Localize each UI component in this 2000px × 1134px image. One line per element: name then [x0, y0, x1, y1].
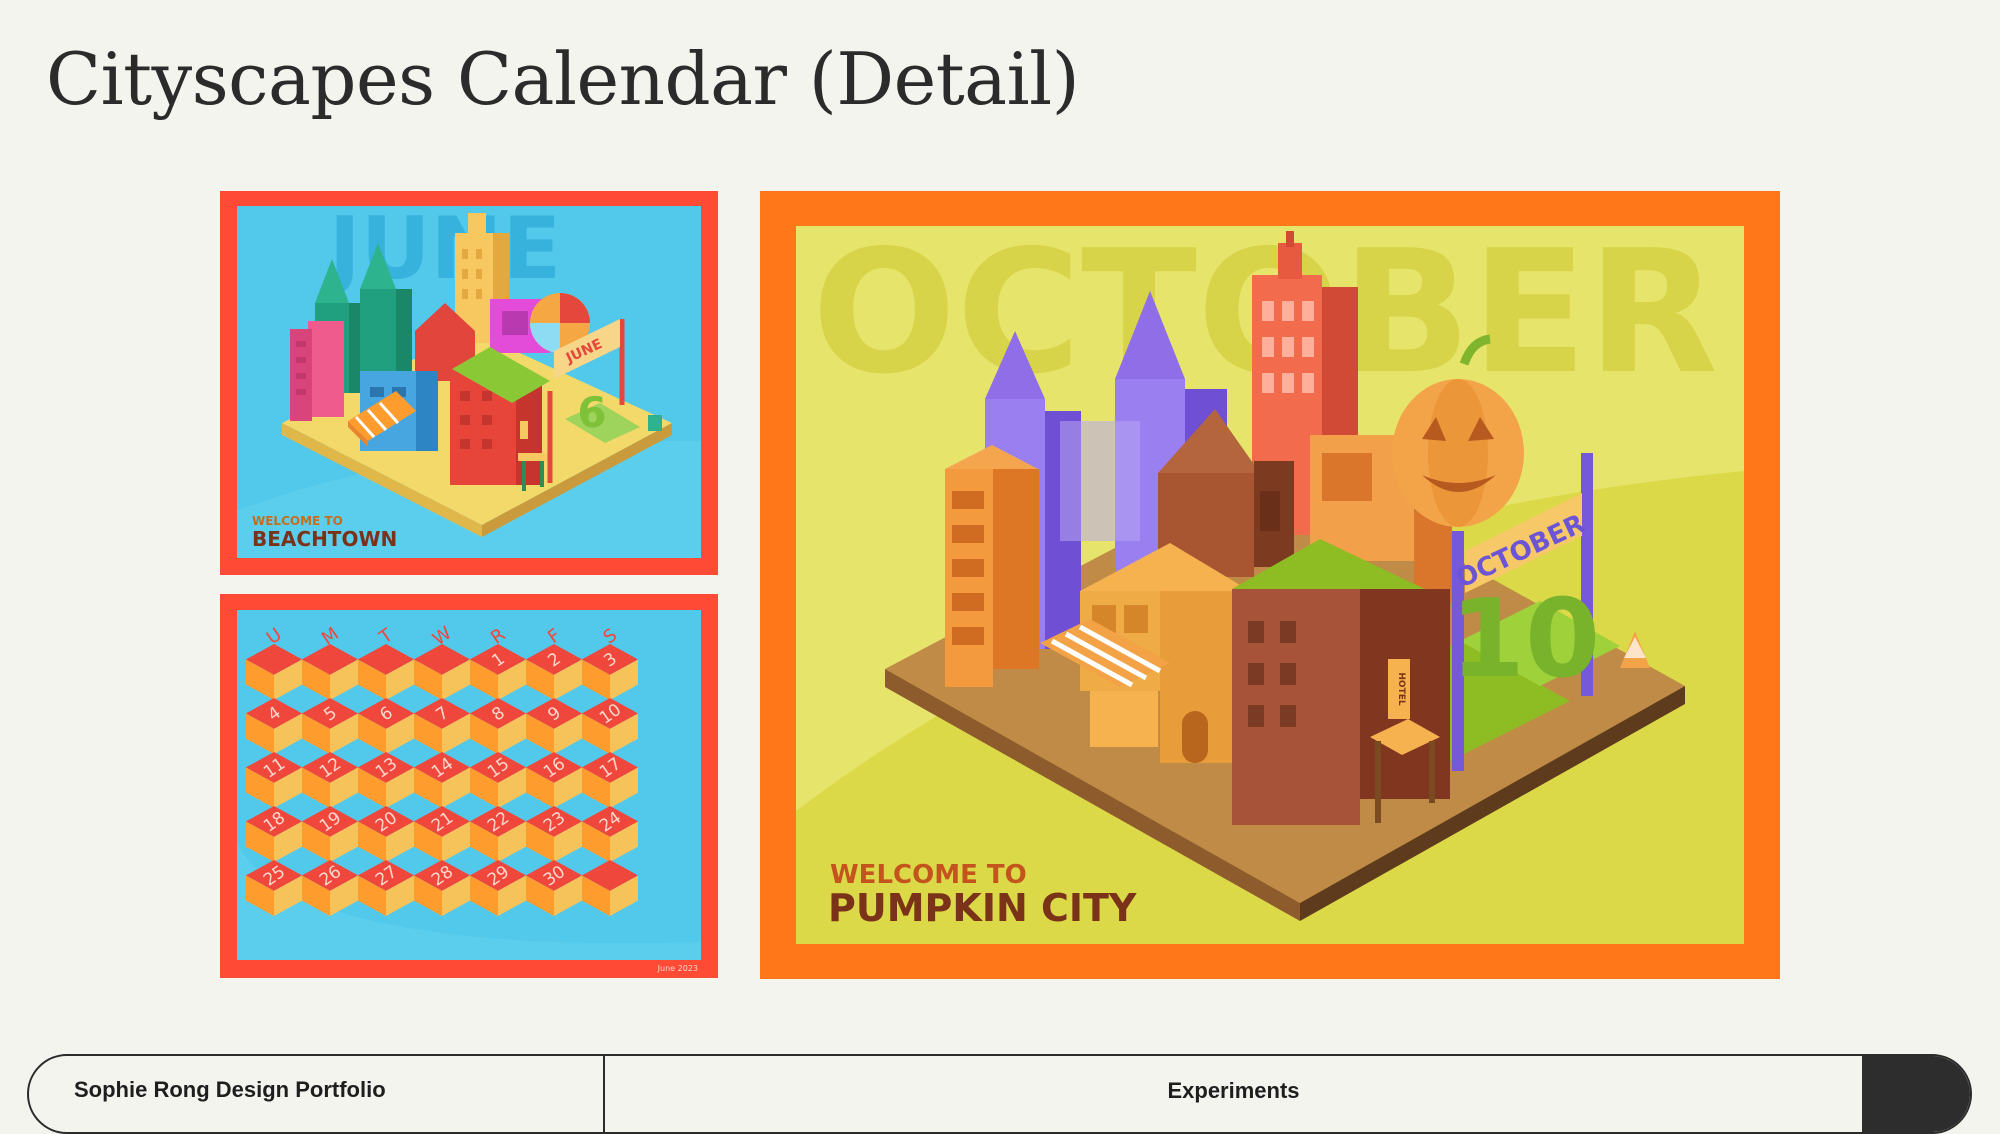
- page-title: Cityscapes Calendar (Detail): [46, 37, 1080, 121]
- june-month-watermark: JUNE: [324, 199, 562, 299]
- june-calendar-card: UMTWRFS 1 2 3 4 5 6 7 8 9 10 11 12 13 14 15 16 17 18 19 20 2…: [220, 594, 718, 978]
- october-pumpkin-city-card: OCTOBER 10 HOTEL WELCOME TO PUMPKIN CITY: [760, 191, 1780, 979]
- section-experiments-link[interactable]: Experiments: [605, 1056, 1862, 1132]
- october-city-name: PUMPKIN CITY: [828, 886, 1137, 930]
- october-day-number: 10: [1450, 577, 1600, 702]
- bottom-nav-bar: Sophie Rong Design Portfolio Experiments: [27, 1054, 1972, 1134]
- june-city-name: BEACHTOWN: [252, 527, 397, 551]
- june-day-number: 6: [577, 388, 606, 437]
- portfolio-home-link[interactable]: Sophie Rong Design Portfolio: [29, 1056, 605, 1132]
- june-beachtown-card: JUNE JUNE 6 WELCOME TO BEACHTOWN: [220, 191, 718, 575]
- october-hotel-sign: HOTEL: [1396, 672, 1406, 705]
- june-welcome-line: WELCOME TO: [252, 514, 343, 528]
- calendar-footer-note: June 2023: [657, 964, 698, 973]
- nav-menu-button[interactable]: [1862, 1056, 1970, 1132]
